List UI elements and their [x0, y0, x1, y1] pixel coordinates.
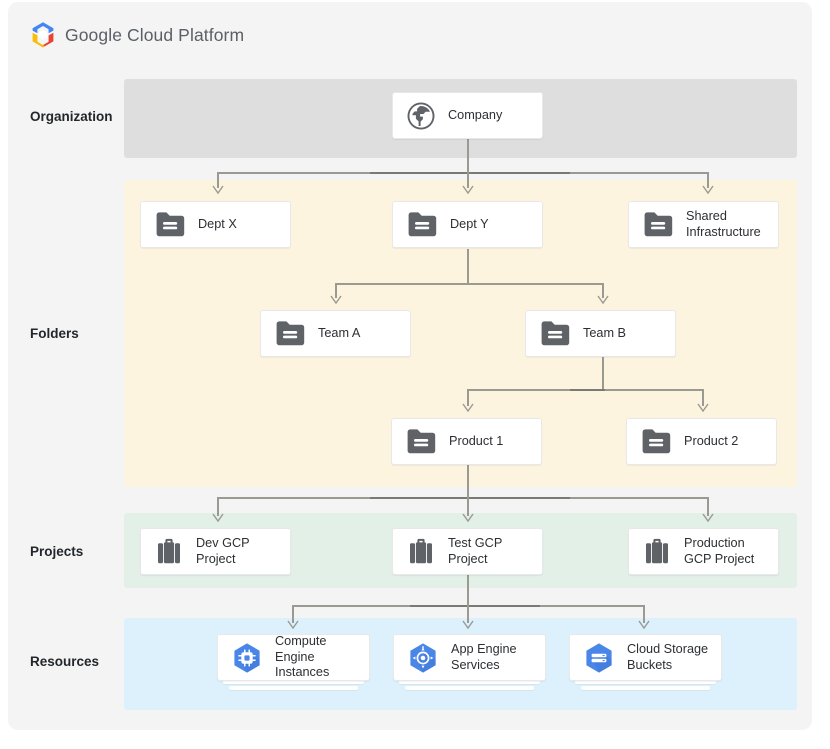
arrow-head-shared-infrastructure — [702, 185, 714, 195]
node-dev-gcp-project-label: Dev GCP Project — [196, 536, 250, 566]
folder-icon — [407, 428, 436, 453]
brand-name-bold: Google — [65, 24, 123, 45]
arrow-head-dept-y — [462, 185, 474, 195]
node-test-gcp-project-label: Test GCP Project — [448, 536, 503, 566]
node-test-gcp-project[interactable]: Test GCP Project — [392, 528, 543, 575]
folder-icon — [642, 428, 671, 453]
node-cloud-storage-buckets-label: Cloud Storage Buckets — [627, 642, 709, 672]
arrow-head-team-b — [597, 295, 609, 305]
gcp-hexagon-logo-icon — [32, 22, 54, 48]
node-production-gcp-project[interactable]: Production GCP Project — [628, 528, 779, 575]
briefcase-icon — [158, 538, 180, 563]
connector-team-b-stem — [602, 357, 604, 390]
row-label-folders: Folders — [30, 326, 79, 341]
node-cloud-storage-buckets[interactable]: Cloud Storage Buckets — [569, 634, 722, 681]
briefcase-icon — [646, 538, 668, 563]
gcp-resource-hierarchy-diagram: Google Cloud Platform Organization Folde… — [0, 0, 830, 749]
folder-icon — [408, 211, 437, 236]
stack-sheet-cloud-storage-2 — [581, 686, 710, 690]
node-company[interactable]: Company — [392, 92, 543, 139]
folder-icon — [644, 211, 673, 236]
arrow-head-product-2 — [697, 403, 709, 413]
connector-company-stem — [467, 138, 469, 173]
node-team-b-label: Team B — [583, 325, 627, 340]
brand-name: Google Cloud Platform — [65, 25, 244, 46]
globe-icon — [407, 102, 435, 129]
connector-dept-y-stem — [467, 249, 469, 284]
arrow-head-dept-x — [212, 185, 224, 195]
connector-resources-bus-overlap — [410, 605, 540, 607]
connector-test-project-stem — [467, 575, 469, 606]
stack-sheet-app-engine-2 — [405, 686, 534, 690]
node-dept-y[interactable]: Dept Y — [392, 201, 543, 248]
node-app-engine-services-label: App Engine Services — [451, 642, 517, 672]
google-cloud-platform-brand: Google Cloud Platform — [30, 20, 244, 50]
brand-name-rest: Cloud Platform — [122, 24, 245, 45]
row-label-resources: Resources — [30, 654, 100, 669]
arrow-head-production-gcp-project — [702, 513, 714, 523]
app-engine-icon — [410, 642, 436, 673]
node-dev-gcp-project[interactable]: Dev GCP Project — [140, 528, 291, 575]
connector-dept-y-bus — [335, 283, 603, 285]
folder-icon — [541, 320, 570, 345]
row-label-organization: Organization — [30, 109, 113, 124]
connector-company-bus-overlap — [370, 172, 570, 174]
arrow-head-team-a — [330, 295, 342, 305]
node-company-label: Company — [448, 107, 503, 122]
stack-sheet-compute-engine-2 — [229, 686, 358, 690]
node-product-1[interactable]: Product 1 — [391, 418, 542, 465]
compute-engine-icon — [234, 642, 260, 673]
node-shared-infrastructure[interactable]: Shared Infrastructure — [628, 201, 779, 248]
node-app-engine-services[interactable]: App Engine Services — [393, 634, 546, 681]
node-dept-x-label: Dept X — [198, 216, 237, 231]
arrow-head-product-1 — [462, 403, 474, 413]
node-compute-engine-instances[interactable]: Compute Engine Instances — [217, 634, 370, 681]
connector-team-b-bus-overlap — [570, 389, 605, 391]
node-product-2[interactable]: Product 2 — [626, 418, 777, 465]
node-team-b[interactable]: Team B — [525, 310, 676, 357]
node-dept-x[interactable]: Dept X — [140, 201, 291, 248]
briefcase-icon — [410, 538, 432, 563]
node-compute-engine-instances-label: Compute Engine Instances — [275, 634, 330, 680]
arrow-head-cloud-storage-buckets — [638, 620, 650, 630]
arrow-head-app-engine-services — [462, 620, 474, 630]
folder-icon — [156, 211, 185, 236]
arrow-head-dev-gcp-project — [212, 513, 224, 523]
connector-product-1-stem — [467, 465, 469, 498]
cloud-storage-icon — [586, 642, 612, 673]
arrow-head-compute-engine-instances — [287, 620, 299, 630]
node-team-a[interactable]: Team A — [260, 310, 411, 357]
arrow-head-test-gcp-project — [462, 513, 474, 523]
node-product-2-label: Product 2 — [684, 433, 739, 448]
node-production-gcp-project-label: Production GCP Project — [684, 536, 755, 566]
node-dept-y-label: Dept Y — [450, 216, 489, 231]
connector-projects-bus-overlap — [370, 497, 570, 499]
node-shared-infrastructure-label: Shared Infrastructure — [686, 209, 761, 239]
folder-icon — [276, 320, 305, 345]
node-product-1-label: Product 1 — [449, 433, 504, 448]
row-label-projects: Projects — [30, 544, 84, 559]
node-team-a-label: Team A — [318, 325, 361, 340]
